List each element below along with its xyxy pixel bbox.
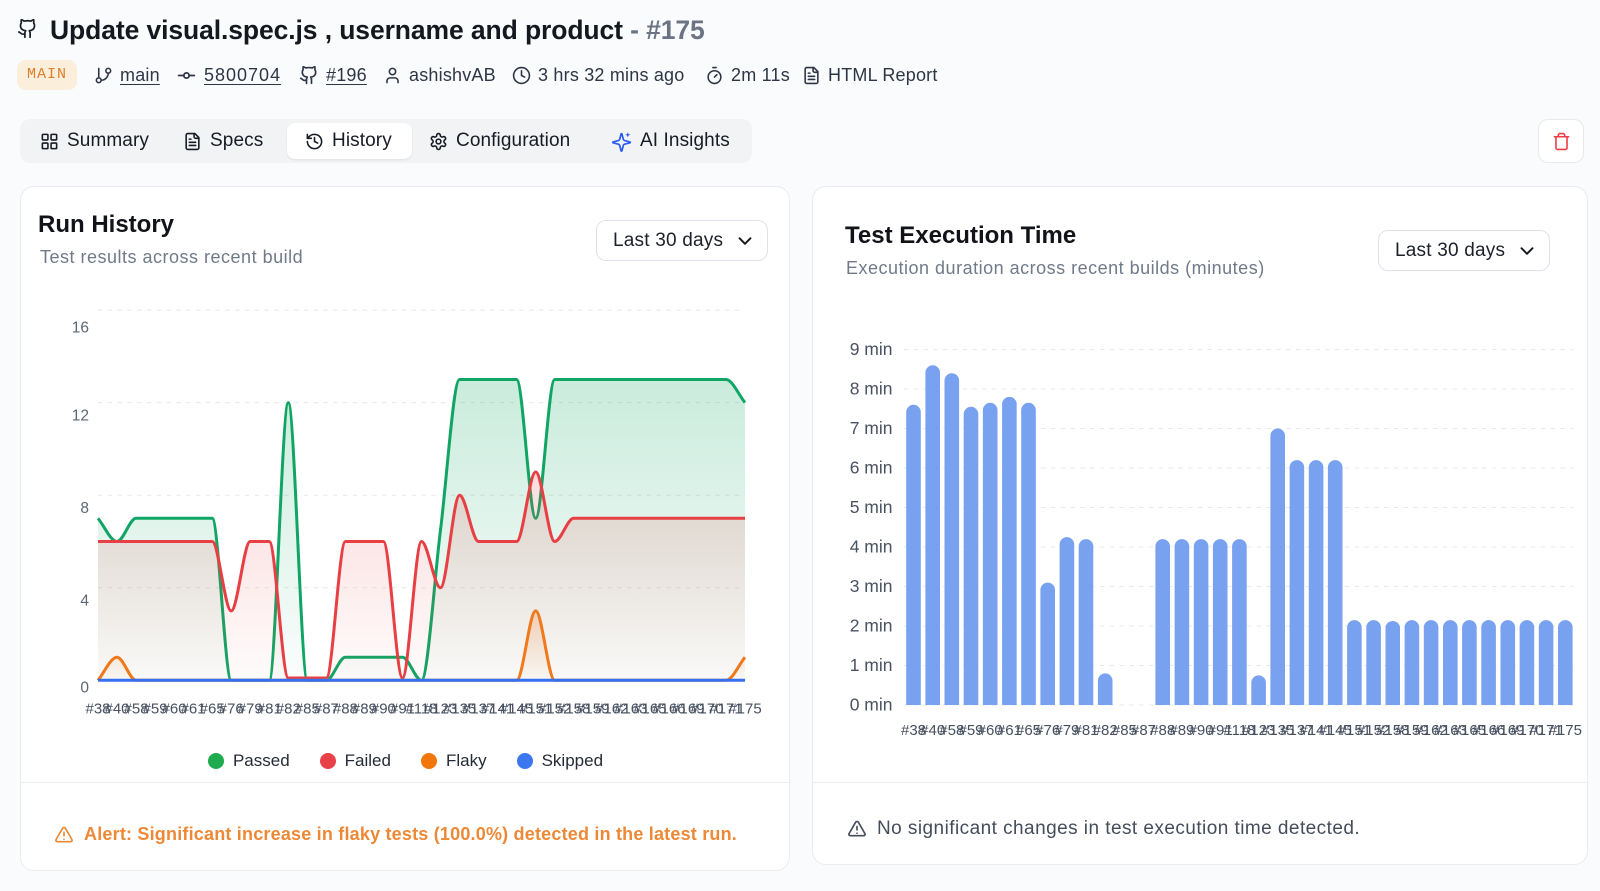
svg-text:8: 8: [80, 500, 89, 517]
svg-text:12: 12: [72, 408, 89, 425]
svg-text:0: 0: [80, 680, 89, 697]
svg-text:8 min: 8 min: [850, 379, 893, 399]
svg-text:0 min: 0 min: [850, 695, 893, 715]
svg-text:#175: #175: [1549, 722, 1582, 739]
svg-text:16: 16: [72, 320, 89, 337]
svg-text:2 min: 2 min: [850, 616, 893, 636]
svg-text:3 min: 3 min: [850, 576, 893, 596]
svg-text:4: 4: [80, 593, 89, 610]
svg-text:1 min: 1 min: [850, 655, 893, 675]
svg-text:6 min: 6 min: [850, 458, 893, 478]
svg-text:#175: #175: [728, 700, 761, 717]
svg-text:9 min: 9 min: [850, 339, 893, 359]
svg-text:4 min: 4 min: [850, 537, 893, 557]
svg-text:7 min: 7 min: [850, 418, 893, 438]
svg-text:5 min: 5 min: [850, 497, 893, 517]
